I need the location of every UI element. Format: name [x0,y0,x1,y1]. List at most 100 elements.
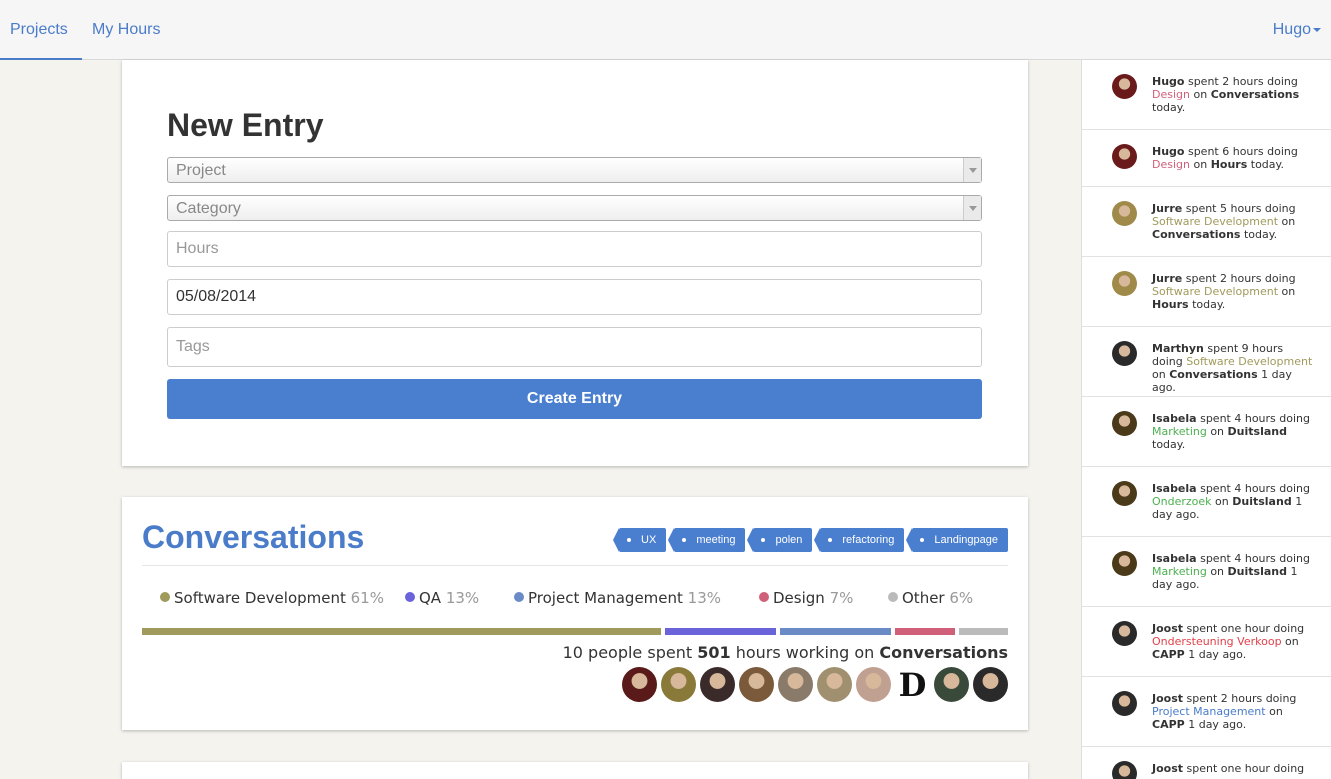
feed-user: Jurre [1152,202,1183,215]
avatar[interactable] [661,667,696,702]
feed-user: Hugo [1152,75,1185,88]
feed-on: on [1281,215,1296,228]
feed-when: today. [1243,228,1278,241]
avatar[interactable] [817,667,852,702]
avatar[interactable]: D [895,667,930,702]
user-menu[interactable]: Hugo [1273,0,1321,60]
project-title[interactable]: Conversations [142,519,364,556]
feed-category: Software Development [1186,355,1313,368]
feed-category: Marketing [1152,425,1207,438]
activity-feed: Hugo spent 2 hours doing Design on Conve… [1081,60,1331,779]
project-tag[interactable]: refactoring [814,528,905,552]
category-legend-item: Design 7% [759,589,853,607]
avatar [1112,551,1137,576]
nav-projects-link[interactable]: Projects [0,0,82,60]
feed-item-text: Isabela spent 4 hours doing Marketing on… [1152,412,1317,451]
category-percent: 61% [350,589,384,607]
category-bar-segment [665,628,776,635]
feed-project: CAPP [1152,718,1185,731]
nav-my-hours-link[interactable]: My Hours [92,0,160,60]
category-name: Software Development [174,589,351,607]
category-bar [142,628,1008,635]
feed-item-text: Jurre spent 5 hours doing Software Devel… [1152,202,1317,241]
feed-category: Design [1152,158,1190,171]
feed-item-text: Joost spent 2 hours doing Project Manage… [1152,692,1317,731]
feed-action: spent 4 hours doing [1200,482,1310,495]
avatar [1112,201,1137,226]
feed-on: on [1193,158,1208,171]
feed-user: Joost [1152,622,1184,635]
project-tag[interactable]: Landingpage [906,528,1008,552]
category-bar-segment [780,628,891,635]
feed-category: Onderzoek [1152,495,1212,508]
project-select[interactable]: Project [167,157,982,183]
feed-action: spent one hour doing [1186,762,1305,775]
category-percent: 13% [445,589,480,607]
hours-input[interactable] [167,231,982,267]
feed-item: Hugo spent 2 hours doing Design on Conve… [1082,60,1331,130]
category-name: Other [902,589,950,607]
avatar[interactable] [973,667,1008,702]
feed-item: Isabela spent 4 hours doing Marketing on… [1082,537,1331,607]
feed-user: Joost [1152,692,1184,705]
project-tag[interactable]: polen [747,528,813,552]
feed-category: Design [1152,88,1190,101]
feed-user: Isabela [1152,482,1197,495]
feed-project: CAPP [1152,648,1185,661]
feed-item: Jurre spent 2 hours doing Software Devel… [1082,257,1331,327]
feed-item-text: Hugo spent 6 hours doing Design on Hours… [1152,145,1317,171]
create-entry-button[interactable]: Create Entry [167,379,982,419]
feed-action: spent 2 hours doing [1186,692,1297,705]
category-dot-icon [514,592,524,602]
feed-project: Conversations [1152,228,1241,241]
feed-item: Isabela spent 4 hours doing Onderzoek on… [1082,467,1331,537]
feed-user: Isabela [1152,552,1197,565]
category-percent: 6% [949,589,974,607]
avatar[interactable] [700,667,735,702]
avatar [1112,341,1137,366]
avatar[interactable] [778,667,813,702]
feed-project: Conversations [1210,88,1300,101]
feed-item: Joost spent one hour doing Ondersteuning… [1082,607,1331,677]
feed-on: on [1210,425,1225,438]
feed-item-text: Hugo spent 2 hours doing Design on Conve… [1152,75,1317,114]
top-navbar: Projects My Hours Hugo [0,0,1331,60]
feed-action: spent 6 hours doing [1187,145,1298,158]
avatar [1112,144,1137,169]
feed-category: Project Management [1152,705,1266,718]
category-dot-icon [160,592,170,602]
feed-when: today. [1152,101,1186,114]
category-name: Design [773,589,830,607]
avatar[interactable] [856,667,891,702]
user-name: Hugo [1272,21,1311,38]
tags-input[interactable] [167,327,982,367]
feed-user: Marthyn [1152,342,1204,355]
feed-item-text: Marthyn spent 9 hours doing Software Dev… [1152,342,1317,394]
feed-item-text: Joost spent one hour doing [1152,762,1317,775]
category-percent: 7% [829,589,854,607]
avatar[interactable] [739,667,774,702]
project-tag[interactable]: meeting [668,528,746,552]
divider [142,565,1008,566]
feed-on: on [1210,565,1225,578]
feed-project: Hours [1152,298,1189,311]
feed-project: Hours [1210,158,1248,171]
new-entry-card: New Entry Project Category Create Entry [122,60,1028,466]
category-legend-item: QA 13% [405,589,479,607]
feed-user: Isabela [1152,412,1197,425]
category-legend-item: Software Development 61% [160,589,384,607]
feed-action: spent one hour doing [1186,622,1305,635]
category-select[interactable]: Category [167,195,982,221]
avatar [1112,481,1137,506]
date-input[interactable] [167,279,982,315]
avatar [1112,74,1137,99]
category-dot-icon [405,592,415,602]
avatar[interactable] [934,667,969,702]
category-dot-icon [759,592,769,602]
feed-when: today. [1192,298,1226,311]
avatar[interactable] [622,667,657,702]
project-tag[interactable]: UX [613,528,667,552]
feed-item: Joost spent one hour doing [1082,747,1331,779]
feed-item: Isabela spent 4 hours doing Marketing on… [1082,397,1331,467]
category-dot-icon [888,592,898,602]
